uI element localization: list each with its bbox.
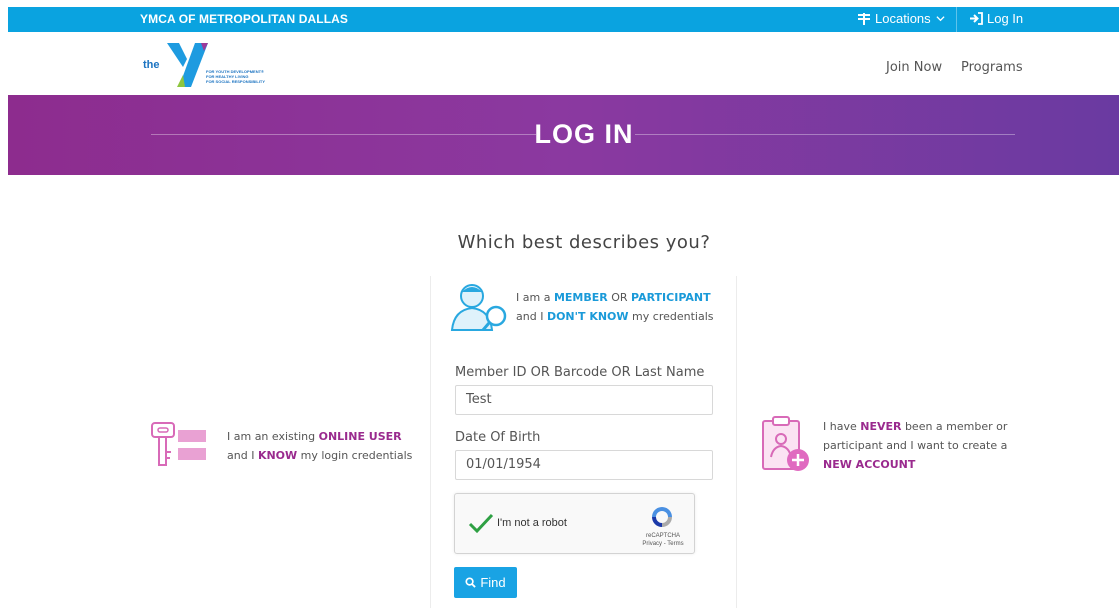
org-name: YMCA OF METROPOLITAN DALLAS <box>140 12 349 26</box>
nav-programs[interactable]: Programs <box>961 60 1023 75</box>
member-line-1: I am a MEMBER OR PARTICIPANT <box>516 291 711 304</box>
captcha-checkmark-icon[interactable] <box>468 512 494 534</box>
nav-join-now[interactable]: Join Now <box>886 60 942 75</box>
recaptcha-widget: I'm not a robot reCAPTCHA Privacy - Term… <box>454 493 695 554</box>
find-label: Find <box>480 575 506 590</box>
dob-input[interactable]: 01/01/1954 <box>455 450 713 480</box>
logo-tagline: FOR YOUTH DEVELOPMENT® FOR HEALTHY LIVIN… <box>206 69 266 84</box>
captcha-label: I'm not a robot <box>497 517 567 529</box>
site-header: the FOR YOUTH DEVELOPMENT® FOR HEALTHY L… <box>8 32 1119 95</box>
search-icon <box>465 577 477 588</box>
recaptcha-logo-icon <box>652 507 672 527</box>
new-account-line-2: participant and I want to create a <box>823 439 1008 452</box>
logo-the: the <box>143 59 160 71</box>
recaptcha-brand: reCAPTCHA Privacy - Terms <box>635 532 691 548</box>
dob-label: Date Of Birth <box>455 430 541 445</box>
option-member[interactable]: I am a MEMBER OR PARTICIPANT and I DON'T… <box>450 280 720 332</box>
locations-menu[interactable]: Locations <box>858 11 945 26</box>
login-label: Log In <box>987 11 1024 26</box>
member-line-2: and I DON'T KNOW my credentials <box>516 310 714 323</box>
question-heading: Which best describes you? <box>457 232 711 253</box>
new-account-icon <box>762 416 809 471</box>
locations-label: Locations <box>875 11 931 26</box>
key-login-icon <box>151 422 206 466</box>
online-user-line-2: and I KNOW my login credentials <box>227 449 413 462</box>
sign-in-icon <box>970 12 983 25</box>
new-account-line-1: I have NEVER been a member or <box>823 420 1008 433</box>
member-id-input[interactable]: Test <box>455 385 713 415</box>
topbar-divider <box>956 7 957 32</box>
online-user-line-1: I am an existing ONLINE USER <box>227 430 402 443</box>
y-logo-icon <box>167 43 208 87</box>
ymca-logo[interactable]: the FOR YOUTH DEVELOPMENT® FOR HEALTHY L… <box>143 41 293 89</box>
member-id-label: Member ID OR Barcode OR Last Name <box>455 365 705 380</box>
recaptcha-links[interactable]: Privacy - Terms <box>635 540 691 548</box>
page-title: LOG IN <box>534 119 634 149</box>
chevron-down-icon <box>936 16 945 22</box>
find-button[interactable]: Find <box>454 567 517 598</box>
page-banner: LOG IN <box>8 95 1119 175</box>
option-online-user[interactable]: I am an existing ONLINE USER and I KNOW … <box>150 420 413 470</box>
member-search-icon <box>450 284 507 331</box>
new-account-line-3: NEW ACCOUNT <box>823 458 916 471</box>
locations-icon <box>858 12 870 25</box>
top-bar: YMCA OF METROPOLITAN DALLAS Locations Lo… <box>8 7 1119 32</box>
login-link[interactable]: Log In <box>969 11 1023 26</box>
option-new-account[interactable]: I have NEVER been a member or participan… <box>760 415 1020 475</box>
